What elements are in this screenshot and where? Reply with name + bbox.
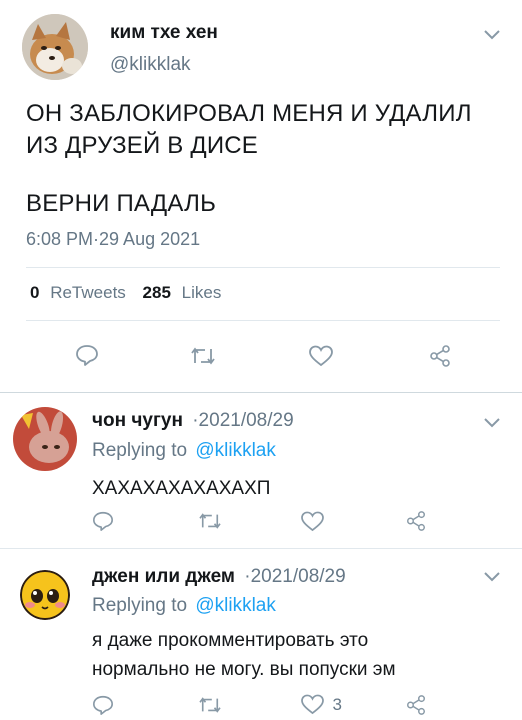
reply-header: джен или джем ·2021/08/29 [92, 566, 346, 588]
like-label[interactable]: Likes [182, 283, 222, 302]
reply-like-group[interactable]: 3 [301, 694, 342, 715]
reply-text-line1: я даже прокомментировать это [92, 630, 369, 651]
main-tweet-text-line1: ОН ЗАБЛОКИРОВАЛ МЕНЯ И УДАЛИЛ [26, 100, 472, 127]
like-icon[interactable] [301, 694, 324, 715]
chevron-down-icon[interactable] [484, 30, 500, 40]
main-tweet-author-name[interactable]: ким тхе хен [110, 22, 218, 44]
reply-text-line1: ХАХАХАХАХАХАХП [92, 478, 271, 499]
like-count[interactable]: 285 [143, 283, 171, 302]
reply-author-name[interactable]: джен или джем [92, 566, 235, 587]
replying-to: Replying to @klikklak [92, 595, 276, 617]
share-icon[interactable] [428, 344, 452, 368]
main-tweet-timestamp[interactable]: 6:08 PM·29 Aug 2021 [26, 229, 200, 250]
retweet-count[interactable]: 0 [30, 283, 39, 302]
main-tweet-author-handle[interactable]: @klikklak [110, 54, 191, 76]
reply-header: чон чугун ·2021/08/29 [92, 410, 294, 432]
retweet-icon[interactable] [190, 345, 216, 367]
main-tweet-text-line3: ВЕРНИ ПАДАЛЬ [26, 190, 217, 217]
replying-to-label: Replying to [92, 595, 188, 616]
reply-icon[interactable] [92, 510, 114, 532]
share-icon[interactable] [405, 694, 427, 716]
share-icon[interactable] [405, 510, 427, 532]
reply-icon[interactable] [75, 343, 99, 367]
retweet-icon[interactable] [198, 511, 222, 531]
reply-avatar[interactable] [20, 570, 70, 620]
replying-to-handle[interactable]: @klikklak [195, 595, 276, 616]
like-icon[interactable] [301, 511, 324, 532]
rabbit-avatar-image [13, 407, 77, 471]
divider [26, 320, 500, 321]
chevron-down-icon[interactable] [484, 418, 500, 428]
divider [0, 392, 522, 393]
reply-date[interactable]: ·2021/08/29 [244, 566, 345, 587]
main-tweet-avatar[interactable] [22, 14, 88, 80]
dog-avatar-image [22, 14, 88, 80]
reply-avatar[interactable] [13, 407, 77, 471]
retweet-icon[interactable] [198, 695, 222, 715]
reply-date[interactable]: ·2021/08/29 [192, 410, 293, 431]
retweet-label[interactable]: ReTweets [50, 283, 126, 302]
replying-to: Replying to @klikklak [92, 440, 276, 462]
divider [26, 267, 500, 268]
main-tweet-text-line2: ИЗ ДРУЗЕЙ В ДИСЕ [26, 132, 259, 159]
chevron-down-icon[interactable] [484, 572, 500, 582]
divider [0, 548, 522, 549]
main-tweet-stats: 0 ReTweets 285 Likes [30, 283, 221, 303]
replying-to-label: Replying to [92, 440, 188, 461]
like-icon[interactable] [309, 345, 333, 367]
reply-author-name[interactable]: чон чугун [92, 410, 183, 431]
reply-like-count: 3 [332, 694, 342, 714]
replying-to-handle[interactable]: @klikklak [195, 440, 276, 461]
reply-icon[interactable] [92, 694, 114, 716]
emoji-avatar-image [20, 570, 70, 620]
reply-text-line2: нормально не могу. вы попуски эм [92, 659, 396, 680]
